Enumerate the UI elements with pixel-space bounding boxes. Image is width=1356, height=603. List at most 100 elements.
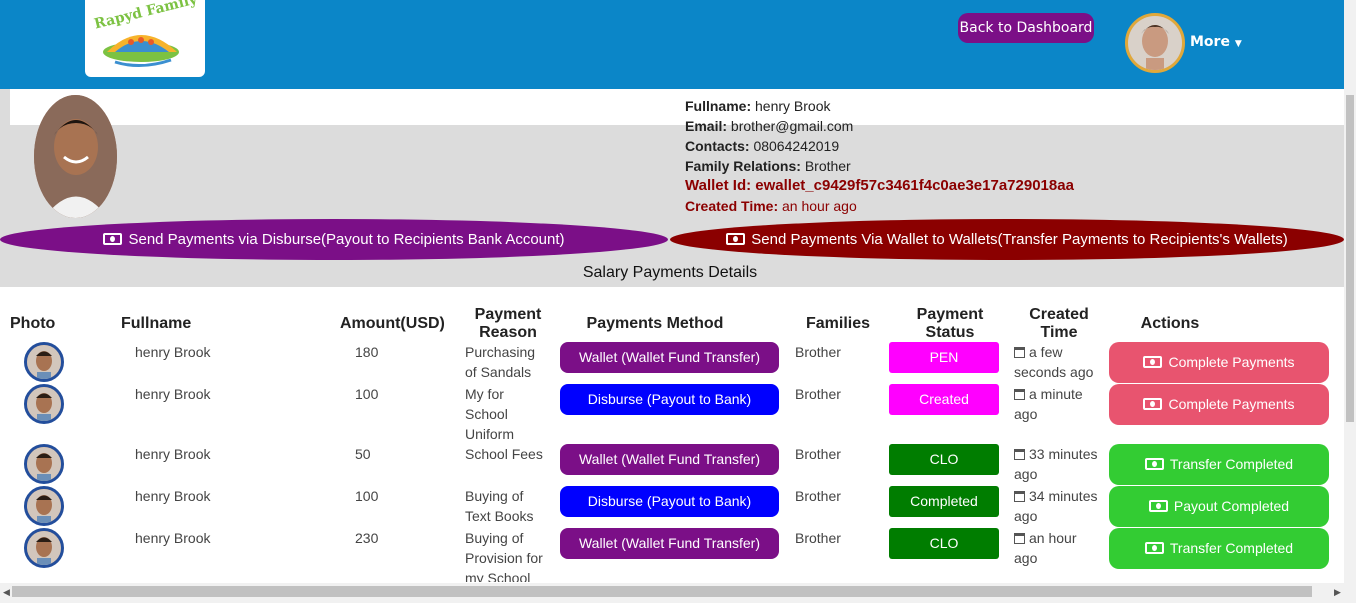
- row-created-text: 34 minutes ago: [1014, 488, 1098, 524]
- row-family: Brother: [795, 446, 841, 462]
- money-icon: [726, 233, 746, 245]
- transfer-completed-button[interactable]: Transfer Completed: [1109, 444, 1329, 485]
- header-photo: Photo: [10, 315, 56, 332]
- money-icon: [1144, 458, 1164, 470]
- profile-background: [0, 125, 1344, 219]
- row-status-badge: CLO: [889, 444, 999, 475]
- row-method-badge: Wallet (Wallet Fund Transfer): [560, 444, 779, 475]
- fullname-value: henry Brook: [755, 98, 831, 114]
- transfer-completed-button[interactable]: Transfer Completed: [1109, 528, 1329, 569]
- email-value: brother@gmail.com: [730, 118, 854, 134]
- row-family: Brother: [795, 386, 841, 402]
- header-reason: Payment Reason: [474, 306, 542, 341]
- row-status-badge: Created: [889, 384, 999, 415]
- scroll-right-arrow-icon[interactable]: ▶: [1334, 587, 1341, 598]
- scroll-left-arrow-icon[interactable]: ◀: [3, 587, 10, 598]
- row-created-text: a few seconds ago: [1014, 344, 1094, 380]
- row-photo: [24, 528, 64, 568]
- row-photo: [24, 342, 64, 382]
- action-label: Transfer Completed: [1169, 456, 1294, 472]
- row-reason: School Fees: [465, 446, 543, 462]
- user-avatar[interactable]: [1125, 13, 1185, 73]
- top-navbar: Rapyd Family Back to Dashboard More ▼: [0, 0, 1344, 89]
- row-method-badge: Disburse (Payout to Bank): [560, 384, 779, 415]
- send-wallet-label: Send Payments Via Wallet to Wallets(Tran…: [751, 231, 1288, 248]
- row-status-badge: CLO: [889, 528, 999, 559]
- row-fullname: henry Brook: [135, 530, 211, 546]
- relations-line: Family Relations: Brother: [685, 156, 1074, 176]
- action-label: Transfer Completed: [1169, 540, 1294, 556]
- row-reason: Buying of Provision for my School: [465, 530, 543, 582]
- row-created-text: 33 minutes ago: [1014, 446, 1098, 482]
- profile-info: Fullname: henry Brook Email: brother@gma…: [685, 96, 1074, 216]
- money-icon: [103, 233, 123, 245]
- header-amount: Amount(USD): [340, 315, 445, 332]
- row-amount: 50: [355, 446, 371, 462]
- profile-photo: [34, 95, 117, 218]
- caret-down-icon: ▼: [1234, 39, 1242, 49]
- created-time-line: Created Time: an hour ago: [685, 196, 1074, 216]
- page: Rapyd Family Back to Dashboard More ▼ Fu…: [0, 0, 1356, 603]
- created-label: Created Time:: [685, 198, 779, 214]
- row-method-badge: Disburse (Payout to Bank): [560, 486, 779, 517]
- header-method: Payments Method: [586, 315, 724, 332]
- calendar-icon: [1014, 347, 1025, 358]
- header-fullname: Fullname: [121, 315, 192, 332]
- money-icon: [1143, 356, 1163, 368]
- email-label: Email:: [685, 118, 728, 134]
- logo-graphic-icon: [103, 35, 179, 67]
- row-face-icon: [27, 531, 61, 565]
- row-amount: 180: [355, 344, 379, 360]
- horizontal-scroll-thumb[interactable]: [12, 586, 1312, 597]
- calendar-icon: [1014, 533, 1025, 544]
- complete-payments-button[interactable]: Complete Payments: [1109, 342, 1329, 383]
- payout-completed-button[interactable]: Payout Completed: [1109, 486, 1329, 527]
- logo[interactable]: Rapyd Family: [85, 0, 205, 77]
- row-method-badge: Wallet (Wallet Fund Transfer): [560, 528, 779, 559]
- back-to-dashboard-button[interactable]: Back to Dashboard: [958, 13, 1094, 43]
- contacts-value: 08064242019: [753, 138, 840, 154]
- row-family: Brother: [795, 530, 841, 546]
- profile-face-icon: [34, 95, 117, 218]
- row-created: 33 minutes ago: [1014, 444, 1099, 484]
- vertical-scroll-thumb[interactable]: [1346, 95, 1354, 422]
- row-amount: 100: [355, 386, 379, 402]
- section-title: Salary Payments Details: [582, 264, 758, 281]
- row-photo: [24, 444, 64, 484]
- complete-payments-button[interactable]: Complete Payments: [1109, 384, 1329, 425]
- more-label: More: [1190, 34, 1230, 50]
- row-amount: 100: [355, 488, 379, 504]
- row-amount: 230: [355, 530, 379, 546]
- relations-value: Brother: [804, 158, 851, 174]
- fullname-label: Fullname:: [685, 98, 752, 114]
- row-family: Brother: [795, 344, 841, 360]
- wallet-id-line: Wallet Id: ewallet_c9429f57c3461f4c0ae3e…: [685, 176, 1074, 196]
- contacts-line: Contacts: 08064242019: [685, 136, 1074, 156]
- row-face-icon: [27, 387, 61, 421]
- row-face-icon: [27, 345, 61, 379]
- contacts-label: Contacts:: [685, 138, 750, 154]
- action-label: Payout Completed: [1173, 498, 1290, 514]
- row-method-badge: Wallet (Wallet Fund Transfer): [560, 342, 779, 373]
- calendar-icon: [1014, 389, 1025, 400]
- fullname-line: Fullname: henry Brook: [685, 96, 1074, 116]
- row-reason: My for School Uniform: [465, 386, 515, 442]
- row-created: a minute ago: [1014, 384, 1099, 424]
- header-actions: Actions: [1140, 315, 1200, 332]
- relations-label: Family Relations:: [685, 158, 801, 174]
- row-fullname: henry Brook: [135, 446, 211, 462]
- more-dropdown[interactable]: More ▼: [1190, 34, 1242, 50]
- money-icon: [1144, 542, 1164, 554]
- send-wallet-button[interactable]: Send Payments Via Wallet to Wallets(Tran…: [670, 219, 1344, 260]
- row-fullname: henry Brook: [135, 344, 211, 360]
- row-fullname: henry Brook: [135, 386, 211, 402]
- row-status-badge: Completed: [889, 486, 999, 517]
- row-status-badge: PEN: [889, 342, 999, 373]
- email-line: Email: brother@gmail.com: [685, 116, 1074, 136]
- row-reason: Purchasing of Sandals: [465, 344, 536, 380]
- header-families: Families: [805, 315, 871, 332]
- row-reason: Buying of Text Books: [465, 488, 534, 524]
- send-disburse-button[interactable]: Send Payments via Disburse(Payout to Rec…: [0, 219, 668, 260]
- profile-top-strip: [10, 89, 1330, 125]
- row-fullname: henry Brook: [135, 488, 211, 504]
